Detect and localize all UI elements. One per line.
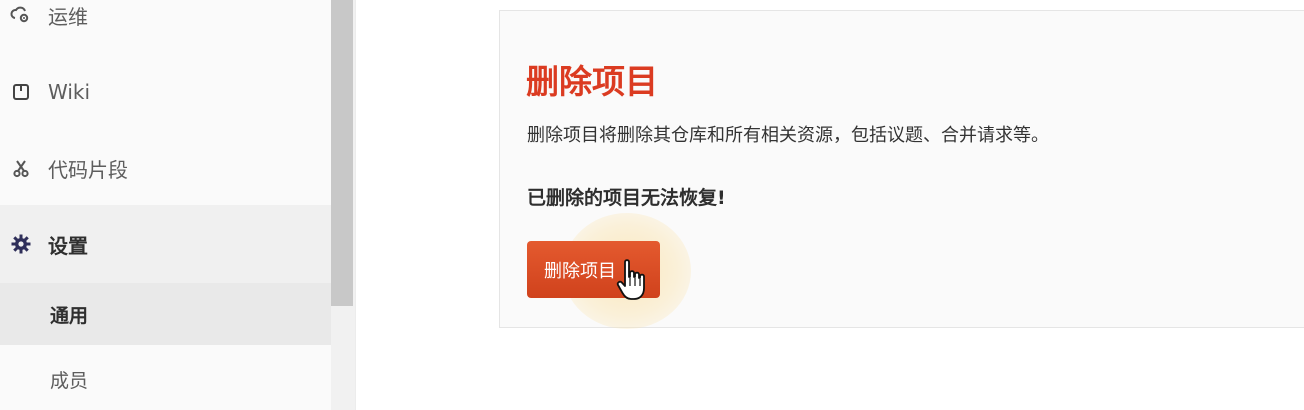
sidebar-item-label: Wiki (48, 80, 91, 104)
sidebar: 运维 Wiki 代码片段 设置 通用 成员 (0, 0, 356, 410)
scissors-icon (10, 157, 32, 179)
sidebar-item-operations[interactable]: 运维 (0, 0, 331, 30)
panel-warning: 已删除的项目无法恢复! (527, 187, 726, 209)
hand-pointer-icon (615, 258, 649, 302)
gear-icon (10, 233, 32, 255)
sidebar-subitem-general[interactable]: 通用 (0, 283, 331, 345)
sidebar-subitem-label: 通用 (50, 304, 89, 327)
sidebar-item-snippets[interactable]: 代码片段 (0, 149, 331, 187)
book-icon (10, 81, 32, 103)
sidebar-item-settings[interactable]: 设置 (0, 205, 331, 283)
sidebar-item-wiki[interactable]: Wiki (0, 73, 331, 111)
panel-title: 删除项目 (526, 62, 658, 101)
sidebar-scrollbar-thumb[interactable] (331, 0, 353, 306)
sidebar-subitem-members[interactable]: 成员 (0, 355, 331, 403)
panel-description: 删除项目将删除其仓库和所有相关资源，包括议题、合并请求等。 (527, 125, 1049, 146)
sidebar-subitem-label: 成员 (50, 369, 89, 392)
sidebar-item-label: 运维 (48, 4, 88, 29)
sidebar-item-label: 设置 (48, 233, 88, 258)
sidebar-item-label: 代码片段 (48, 157, 128, 182)
cloud-gear-icon (10, 4, 32, 26)
